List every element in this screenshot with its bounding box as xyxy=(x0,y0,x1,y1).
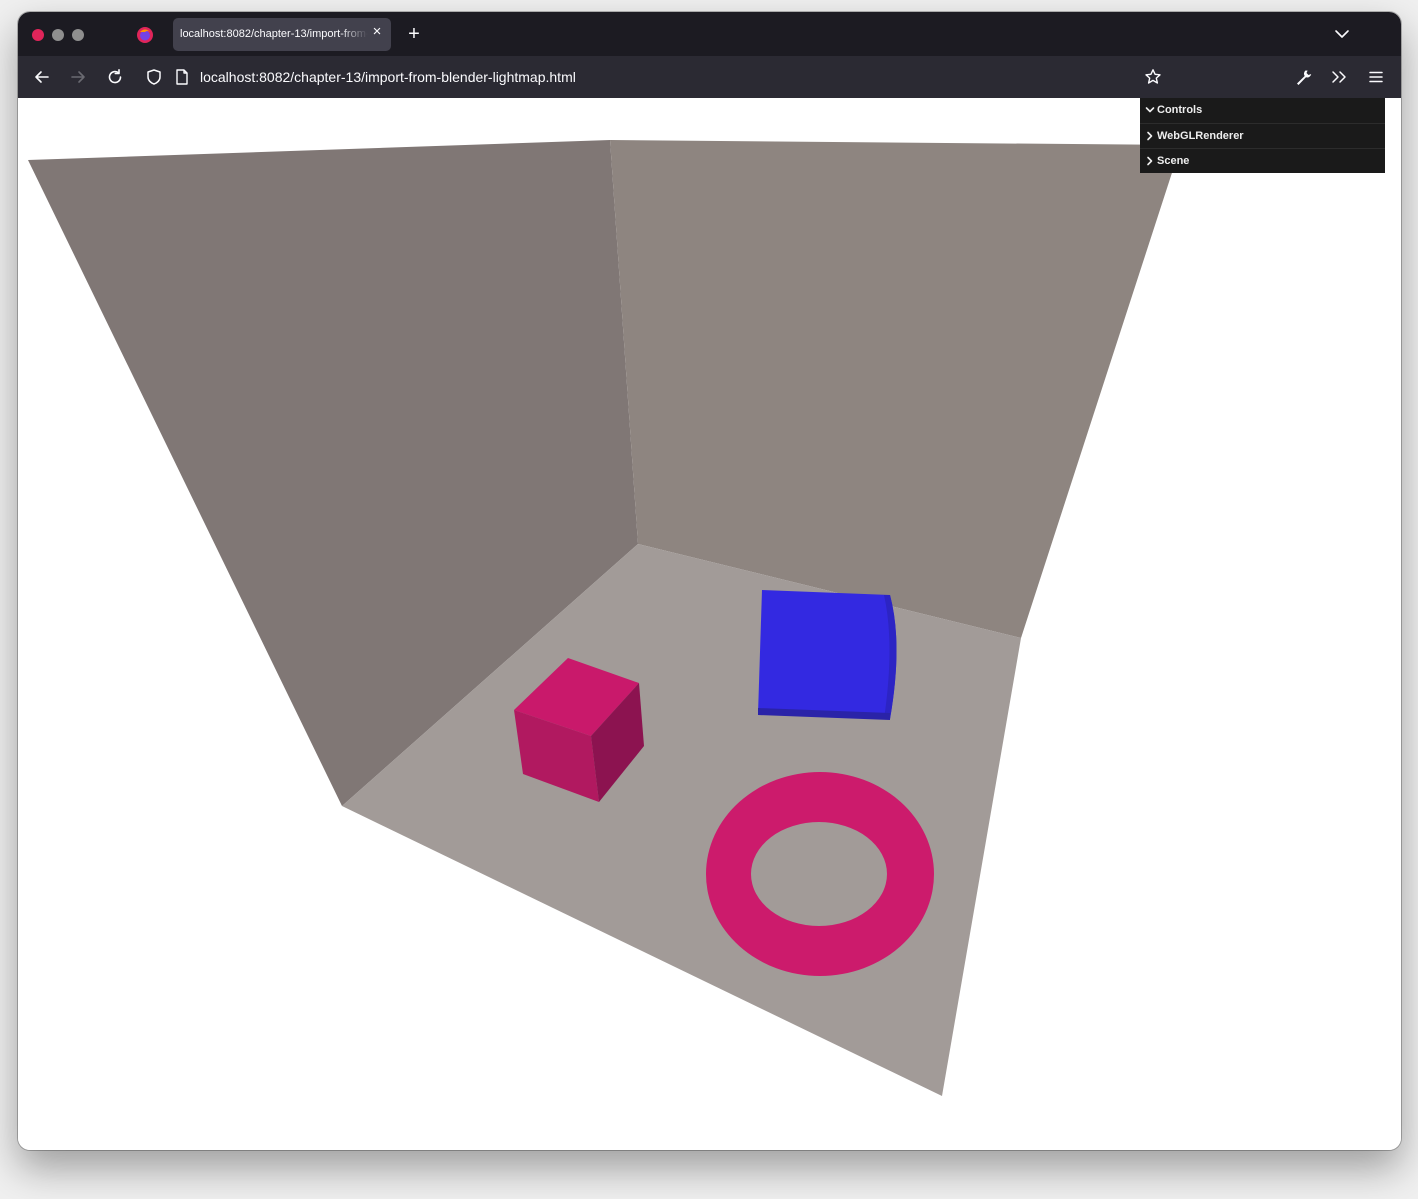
wrench-icon[interactable] xyxy=(1294,68,1312,86)
reload-icon[interactable] xyxy=(106,68,124,86)
gui-folder-scene[interactable]: Scene xyxy=(1140,148,1385,174)
chevron-down-icon[interactable] xyxy=(1333,25,1351,43)
shield-icon[interactable] xyxy=(145,68,163,86)
three-scene[interactable] xyxy=(18,98,1401,1150)
window-minimize-button[interactable] xyxy=(52,29,64,41)
tab-active[interactable]: localhost:8082/chapter-13/import-from-bl… xyxy=(173,18,391,51)
star-icon[interactable] xyxy=(1144,68,1162,86)
gui-folder-label: Scene xyxy=(1157,155,1190,167)
double-chevron-icon[interactable] xyxy=(1330,68,1348,86)
blue-cylinder xyxy=(758,590,897,720)
gui-folder-label: Controls xyxy=(1157,104,1203,116)
browser-window: localhost:8082/chapter-13/import-from-bl… xyxy=(18,12,1401,1150)
page-icon[interactable] xyxy=(173,68,191,86)
chevron-right-icon xyxy=(1147,156,1153,166)
hamburger-icon[interactable] xyxy=(1367,68,1385,86)
title-bar: localhost:8082/chapter-13/import-from-bl… xyxy=(18,12,1401,56)
arrow-right-icon[interactable] xyxy=(69,68,87,86)
arrow-left-icon[interactable] xyxy=(33,68,51,86)
url-field[interactable]: localhost:8082/chapter-13/import-from-bl… xyxy=(200,69,576,85)
firefox-view-icon[interactable] xyxy=(136,26,154,44)
tab-title: localhost:8082/chapter-13/import-from-bl… xyxy=(180,28,368,40)
gui-folder-webglrenderer[interactable]: WebGLRenderer xyxy=(1140,123,1385,149)
dat-gui-panel: Controls WebGLRenderer Scene xyxy=(1140,98,1385,173)
webgl-canvas[interactable]: Controls WebGLRenderer Scene xyxy=(18,98,1401,1150)
close-icon[interactable]: × xyxy=(369,24,385,40)
gui-folder-label: WebGLRenderer xyxy=(1157,130,1244,142)
window-close-button[interactable] xyxy=(32,29,44,41)
chevron-right-icon xyxy=(1147,131,1153,141)
window-maximize-button[interactable] xyxy=(72,29,84,41)
plus-icon[interactable]: + xyxy=(404,24,424,44)
navigation-toolbar: localhost:8082/chapter-13/import-from-bl… xyxy=(18,56,1401,98)
gui-folder-controls[interactable]: Controls xyxy=(1140,98,1385,123)
chevron-down-icon xyxy=(1145,107,1155,113)
